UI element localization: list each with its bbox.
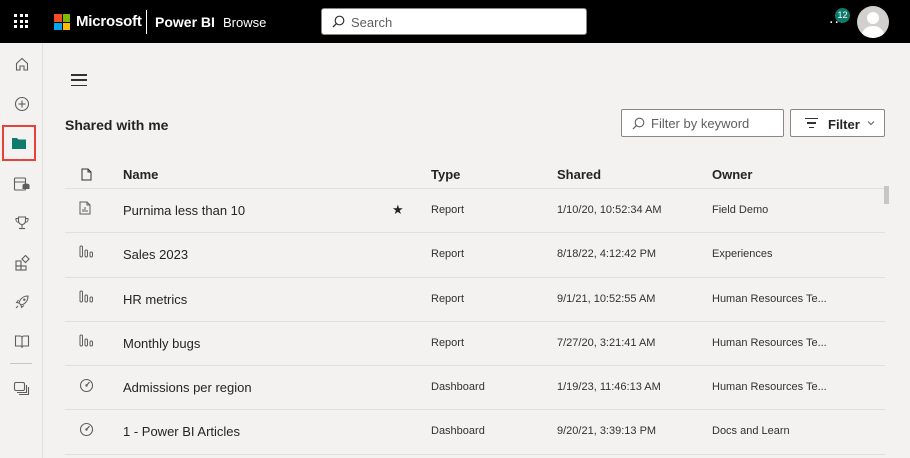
item-shared-date: 7/27/20, 3:21:41 AM <box>557 336 656 349</box>
app-launcher-icon[interactable] <box>12 12 30 30</box>
item-type: Dashboard <box>431 381 485 394</box>
filter-icon <box>805 118 818 128</box>
apps-icon[interactable] <box>0 246 43 280</box>
item-owner: Field Demo <box>712 204 769 216</box>
favorite-star-icon[interactable]: ★ <box>392 202 404 218</box>
item-name[interactable]: Sales 2023 <box>123 247 188 262</box>
column-header-name[interactable]: Name <box>123 167 158 182</box>
item-type: Dashboard <box>431 425 485 438</box>
table-header: Name Type Shared Owner <box>65 159 885 189</box>
search-icon <box>632 117 645 130</box>
item-shared-date: 1/19/23, 11:46:13 AM <box>557 381 661 394</box>
table-row[interactable]: Purnima less than 10 ★ Report 1/10/20, 10:5… <box>65 189 885 234</box>
file-type-icon <box>81 168 92 181</box>
item-type: Report <box>431 292 465 305</box>
create-icon[interactable] <box>0 87 43 121</box>
left-nav <box>0 43 43 458</box>
top-bar: Microsoft Power BI Browse ... 12 <box>0 0 910 43</box>
column-header-type[interactable]: Type <box>431 167 460 182</box>
table-row[interactable]: HR metrics Report 9/1/21, 10:52:55 AM Human… <box>65 278 885 322</box>
shared-items-table: Name Type Shared Owner Purnima less than… <box>65 159 885 455</box>
table-row[interactable]: Admissions per region Dashboard 1/19/23, 1… <box>65 366 885 411</box>
browse-icon[interactable] <box>2 125 36 161</box>
item-shared-date: 9/20/21, 3:39:13 PM <box>557 425 657 438</box>
hamburger-menu-icon[interactable] <box>71 74 87 86</box>
item-shared-date: 9/1/21, 10:52:55 AM <box>557 292 656 305</box>
report-icon <box>79 201 91 220</box>
avatar[interactable] <box>857 6 889 38</box>
learn-icon[interactable] <box>0 324 43 358</box>
dashboard-icon <box>79 422 94 442</box>
item-shared-date: 8/18/22, 4:12:42 PM <box>557 248 657 261</box>
table-row[interactable]: Sales 2023 Report 8/18/22, 4:12:42 PM Exper… <box>65 233 885 278</box>
report-icon <box>79 290 95 308</box>
notification-badge[interactable]: 12 <box>835 8 850 23</box>
global-search[interactable] <box>321 8 587 35</box>
brand-name: Microsoft <box>76 13 142 30</box>
main-content: Shared with me Filter Name Type Shared O… <box>43 43 910 458</box>
metrics-icon[interactable] <box>0 206 43 240</box>
product-name[interactable]: Power BI <box>155 14 215 30</box>
report-icon <box>79 334 95 352</box>
page-title: Shared with me <box>65 117 169 133</box>
microsoft-logo-icon <box>54 14 70 30</box>
item-owner: Human Resources Te... <box>712 381 827 394</box>
item-name[interactable]: Admissions per region <box>123 380 252 395</box>
filter-button[interactable]: Filter <box>790 109 885 137</box>
item-name[interactable]: 1 - Power BI Articles <box>123 424 240 439</box>
item-name[interactable]: HR metrics <box>123 292 187 307</box>
filter-keyword-input[interactable] <box>651 115 776 132</box>
column-header-shared[interactable]: Shared <box>557 167 601 182</box>
search-icon <box>332 15 345 28</box>
item-owner: Docs and Learn <box>712 425 790 438</box>
item-owner: Human Resources Te... <box>712 292 827 305</box>
table-row[interactable]: Monthly bugs Report 7/27/20, 3:21:41 AM Hum… <box>65 322 885 367</box>
item-name[interactable]: Purnima less than 10 <box>123 203 245 218</box>
item-owner: Experiences <box>712 248 773 261</box>
item-name[interactable]: Monthly bugs <box>123 336 200 351</box>
dashboard-icon <box>79 378 94 398</box>
item-shared-date: 1/10/20, 10:52:34 AM <box>557 204 662 216</box>
search-input[interactable] <box>351 13 571 31</box>
chevron-down-icon <box>867 121 875 126</box>
filter-button-label: Filter <box>828 117 860 132</box>
brand-divider <box>146 10 147 34</box>
item-owner: Human Resources Te... <box>712 336 827 349</box>
home-icon[interactable] <box>0 47 43 81</box>
breadcrumb: Browse <box>223 15 267 30</box>
table-row[interactable]: 1 - Power BI Articles Dashboard 9/20/21, 3… <box>65 410 885 455</box>
scrollbar[interactable] <box>884 186 889 204</box>
column-header-owner[interactable]: Owner <box>712 167 752 182</box>
nav-divider <box>10 363 32 364</box>
workspaces-icon[interactable] <box>0 371 43 405</box>
item-type: Report <box>431 336 465 349</box>
report-icon <box>79 245 95 263</box>
deployment-icon[interactable] <box>0 285 43 319</box>
keyword-filter[interactable] <box>621 109 784 137</box>
item-type: Report <box>431 204 465 216</box>
onelake-icon[interactable] <box>0 167 43 201</box>
item-type: Report <box>431 248 465 261</box>
